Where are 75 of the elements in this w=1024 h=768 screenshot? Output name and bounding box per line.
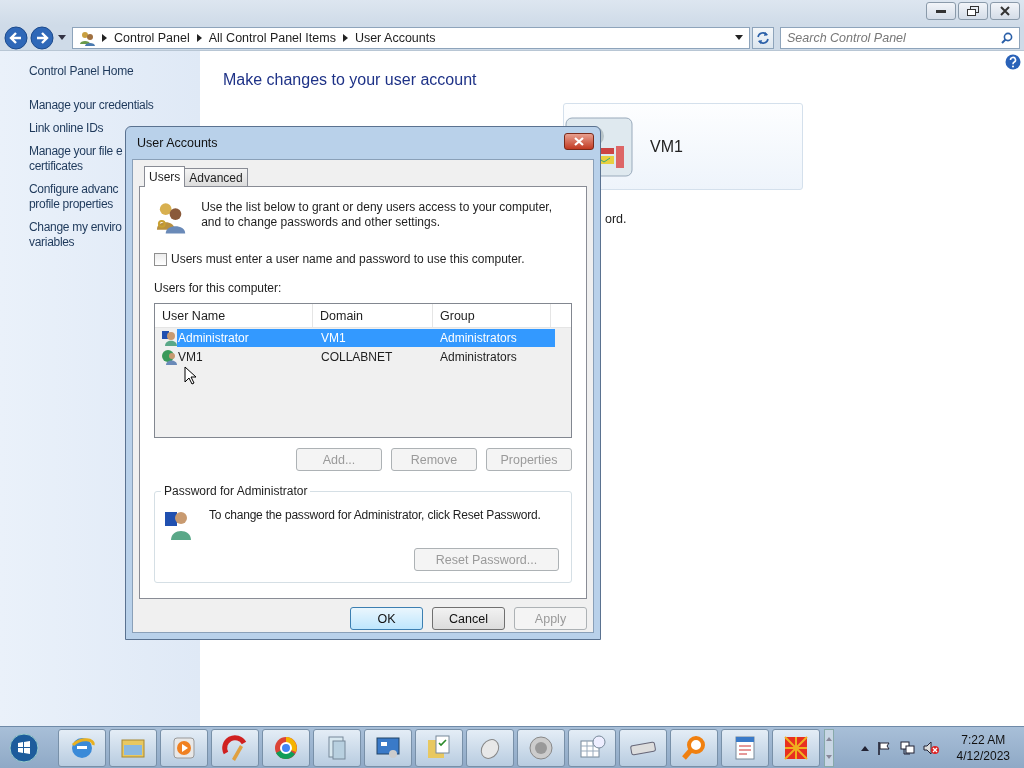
checkbox-label[interactable]: Users must enter a user name and password to use this computer. — [171, 252, 525, 266]
column-header[interactable]: Group — [433, 304, 551, 327]
page-heading: Make changes to your user account — [223, 71, 478, 89]
list-cell: VM1 — [321, 330, 346, 345]
taskbar-button[interactable] — [721, 728, 769, 767]
taskbar-button[interactable] — [262, 728, 310, 767]
breadcrumb[interactable]: Control Panel — [114, 30, 190, 45]
taskbar-button[interactable] — [670, 728, 718, 767]
breadcrumb[interactable]: All Control Panel Items — [208, 30, 336, 45]
list-cell: Administrators — [440, 330, 517, 345]
instruction-text: To change the password for Administrator, click Reset Password. — [209, 508, 541, 522]
breadcrumb[interactable]: User Accounts — [354, 30, 436, 45]
checkbox[interactable] — [154, 252, 167, 266]
restore-button[interactable] — [958, 2, 988, 20]
flag-icon[interactable] — [876, 740, 891, 755]
search-icon — [1001, 31, 1013, 44]
instruction-text: Use the list below to grant or deny users access to your computer, and to change passwords and other settings. — [201, 200, 553, 230]
list-cell: Administrator — [178, 330, 249, 345]
list-cell: Administrators — [440, 349, 517, 364]
list-label: Users for this computer: — [154, 281, 283, 295]
taskbar-button[interactable] — [517, 728, 565, 767]
chevron-icon[interactable] — [196, 33, 202, 42]
dropdown-icon[interactable] — [58, 35, 66, 40]
list-cell: COLLABNET — [321, 349, 393, 364]
ok-button[interactable]: OK — [350, 607, 423, 630]
minimize-icon — [936, 9, 946, 13]
chevron-icon[interactable] — [102, 33, 107, 42]
address-bar[interactable]: Control Panel All Control Panel Items User Accounts — [72, 26, 750, 49]
refresh-button[interactable] — [752, 26, 774, 49]
taskbar-button[interactable] — [160, 728, 208, 767]
taskbar-button[interactable] — [313, 728, 361, 767]
network-icon[interactable] — [898, 740, 915, 755]
users-key-icon — [154, 200, 188, 234]
clock[interactable]: 7:22 AM 4/12/2023 — [956, 731, 1010, 764]
restore-icon — [967, 6, 979, 16]
close-button[interactable] — [990, 2, 1020, 20]
mouse-cursor-icon — [184, 366, 196, 385]
user-icon — [161, 329, 177, 346]
chevron-icon[interactable] — [342, 33, 348, 42]
search-box[interactable]: Search Control Panel — [780, 26, 1020, 49]
column-header[interactable]: Domain — [313, 304, 433, 327]
sidebar-link[interactable]: Manage your credentials — [29, 98, 200, 113]
tab[interactable]: Advanced — [184, 168, 248, 186]
taskbar-button[interactable] — [568, 728, 616, 767]
help-icon[interactable] — [1005, 54, 1021, 70]
sidebar-link[interactable]: Control Panel Home — [29, 64, 200, 78]
taskbar-button[interactable] — [211, 728, 259, 767]
taskbar-button[interactable] — [109, 728, 157, 767]
cancel-button[interactable]: Cancel — [432, 607, 505, 630]
minimize-button[interactable] — [926, 2, 956, 20]
close-button[interactable] — [564, 133, 594, 150]
description-text: ord. — [605, 212, 628, 226]
show-hidden-icons-icon[interactable] — [860, 744, 869, 751]
account-name: VM1 — [650, 137, 683, 156]
taskbar-button[interactable] — [619, 728, 667, 767]
speaker-muted-icon[interactable] — [922, 740, 939, 755]
group-title: Password for Administrator — [161, 484, 311, 498]
list-row[interactable]: VM1 COLLABNET Administrators — [177, 347, 555, 366]
column-header[interactable]: User Name — [155, 304, 313, 327]
dropdown-icon[interactable] — [735, 35, 743, 40]
list-cell: VM1 — [178, 349, 203, 364]
taskbar-button[interactable] — [466, 728, 514, 767]
taskbar-button[interactable] — [772, 728, 820, 767]
forward-icon[interactable] — [30, 25, 54, 50]
close-icon — [1000, 6, 1010, 16]
taskbar-button[interactable] — [58, 728, 106, 767]
taskbar-button[interactable] — [364, 728, 412, 767]
tab[interactable]: Users — [144, 166, 186, 187]
user-icon — [161, 348, 177, 365]
back-icon[interactable] — [4, 25, 28, 50]
close-icon — [574, 137, 584, 146]
refresh-icon — [756, 30, 770, 45]
dialog-title: User Accounts — [137, 136, 218, 150]
users-icon — [79, 29, 95, 46]
taskbar-button[interactable] — [415, 728, 463, 767]
